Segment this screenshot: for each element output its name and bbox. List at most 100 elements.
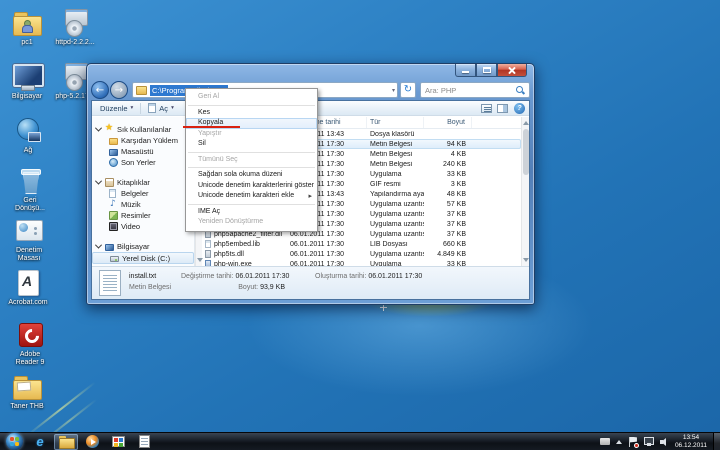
action-center-flag-icon[interactable] bbox=[629, 437, 638, 447]
desktop-icon-label: Taner THB bbox=[4, 403, 50, 411]
volume-icon[interactable] bbox=[660, 437, 670, 446]
column-header-type[interactable]: Tür bbox=[367, 117, 424, 128]
sidebar-header-computer[interactable]: Bilgisayar bbox=[92, 241, 194, 252]
taskbar-item-media-player[interactable] bbox=[80, 434, 104, 450]
file-size: 94 KB bbox=[424, 141, 472, 148]
table-row[interactable]: php5embed.lib06.01.2011 17:30LIB Dosyası… bbox=[202, 239, 521, 249]
sidebar-item-label: Son Yerler bbox=[121, 158, 156, 167]
menu-item-cut[interactable]: Kes bbox=[186, 108, 317, 119]
sidebar-item-disk-c[interactable]: Yerel Disk (C:) bbox=[92, 252, 194, 264]
system-tray: 13:54 06.12.2011 bbox=[600, 433, 720, 450]
help-icon[interactable]: ? bbox=[514, 103, 525, 114]
table-row[interactable]: php-win.exe06.01.2011 17:30Uygulama33 KB bbox=[202, 259, 521, 266]
search-text[interactable]: Ara: PHP bbox=[425, 86, 515, 95]
sidebar-item-desktop[interactable]: Masaüstü bbox=[92, 146, 194, 157]
sidebar-item-documents[interactable]: Belgeler bbox=[92, 188, 194, 199]
scroll-down-icon[interactable] bbox=[523, 258, 529, 262]
expander-icon[interactable] bbox=[95, 125, 102, 132]
refresh-button[interactable] bbox=[400, 82, 416, 98]
desktop-icon-pc1[interactable]: pc1 bbox=[7, 8, 47, 47]
sidebar-item-video[interactable]: Video bbox=[92, 221, 194, 232]
close-button[interactable] bbox=[497, 64, 527, 77]
music-icon bbox=[109, 200, 118, 209]
sidebar-item-music[interactable]: Müzik bbox=[92, 199, 194, 210]
menu-item-show-unicode[interactable]: Unicode denetim karakterlerini göster bbox=[186, 181, 317, 192]
language-keyboard-icon[interactable] bbox=[600, 438, 610, 445]
table-row[interactable]: php5ts.dll06.01.2011 17:30Uygulama uzant… bbox=[202, 249, 521, 259]
taskbar-clock[interactable]: 13:54 06.12.2011 bbox=[675, 434, 707, 449]
file-size: 240 KB bbox=[424, 161, 472, 168]
show-desktop-button[interactable] bbox=[713, 433, 720, 450]
desktop-icon-denetim-masasi[interactable]: Denetim Masası bbox=[6, 216, 52, 263]
file-size: 660 KB bbox=[424, 241, 472, 248]
scroll-up-icon[interactable] bbox=[523, 121, 529, 125]
video-icon bbox=[109, 222, 118, 231]
organize-button[interactable]: Düzenle bbox=[96, 102, 137, 115]
menu-item-delete[interactable]: Sil bbox=[186, 139, 317, 150]
maximize-button[interactable] bbox=[476, 64, 497, 77]
sidebar-header-libraries[interactable]: Kitaplıklar bbox=[92, 177, 194, 188]
taskbar-item-explorer[interactable] bbox=[54, 434, 78, 450]
taskbar-item-ie[interactable]: e bbox=[28, 434, 52, 450]
acrobat-icon bbox=[12, 268, 44, 298]
clock-date: 06.12.2011 bbox=[675, 442, 707, 450]
adobe-reader-icon bbox=[14, 320, 46, 350]
desktop-icon-ag[interactable]: Ağ bbox=[8, 116, 48, 155]
menu-item-reconversion[interactable]: Yeniden Dönüştürme bbox=[186, 217, 317, 228]
desktop-icon-httpd[interactable]: httpd-2.2.2... bbox=[53, 8, 97, 47]
back-button[interactable] bbox=[91, 81, 109, 99]
change-view-icon[interactable] bbox=[481, 104, 492, 113]
network-tray-icon[interactable] bbox=[644, 437, 654, 446]
lib-file-icon bbox=[205, 240, 211, 248]
scrollbar-thumb[interactable] bbox=[523, 129, 529, 175]
preview-pane-icon[interactable] bbox=[497, 104, 508, 113]
taskbar-item-paint[interactable] bbox=[106, 434, 130, 450]
desktop-icon-label: Ağ bbox=[8, 147, 48, 155]
start-button[interactable] bbox=[6, 433, 23, 450]
minimize-button[interactable] bbox=[455, 64, 476, 77]
details-size-value: 93,9 KB bbox=[260, 284, 285, 291]
details-size-label: Boyut: bbox=[238, 284, 258, 291]
sidebar-item-pictures[interactable]: Resimler bbox=[92, 210, 194, 221]
desktop-icon-bilgisayar[interactable]: Bilgisayar bbox=[4, 62, 50, 101]
file-type: Metin Belgesi bbox=[367, 141, 424, 148]
picture-icon bbox=[109, 211, 118, 220]
menu-item-select-all[interactable]: Tümünü Seç bbox=[186, 155, 317, 166]
column-header-size[interactable]: Boyut bbox=[424, 117, 472, 128]
expander-icon[interactable] bbox=[95, 242, 102, 249]
view-controls: ? bbox=[481, 103, 525, 114]
navigation-pane: Sık Kullanılanlar Karşıdan Yüklem Masaüs… bbox=[92, 117, 195, 266]
desktop-icon-adobe-reader[interactable]: Adobe Reader 9 bbox=[8, 320, 52, 367]
file-size: 33 KB bbox=[424, 171, 472, 178]
sidebar-item-downloads[interactable]: Karşıdan Yüklem bbox=[92, 135, 194, 146]
menu-item-insert-unicode[interactable]: Unicode denetim karakteri ekle bbox=[186, 191, 317, 202]
menu-item-paste[interactable]: Yapıştır bbox=[186, 129, 317, 140]
desktop-icon-taner[interactable]: Taner THB bbox=[4, 372, 50, 411]
search-box[interactable]: Ara: PHP bbox=[420, 82, 530, 98]
forward-button[interactable] bbox=[110, 81, 128, 99]
open-button[interactable]: Aç bbox=[144, 102, 178, 115]
taskbar-item-notepad[interactable] bbox=[132, 434, 156, 450]
desktop-icon-geri-donusum[interactable]: Geri Dönüşü... bbox=[8, 166, 52, 213]
sidebar-item-label: Müzik bbox=[121, 200, 141, 209]
sidebar-header-favorites[interactable]: Sık Kullanılanlar bbox=[92, 124, 194, 135]
file-size: 37 KB bbox=[424, 231, 472, 238]
menu-item-undo[interactable]: Geri Al bbox=[186, 92, 317, 103]
file-date: 06.01.2011 17:30 bbox=[287, 251, 367, 258]
file-date: 06.01.2011 17:30 bbox=[287, 241, 367, 248]
menu-item-rtl-reading[interactable]: Sağdan sola okuma düzeni bbox=[186, 170, 317, 181]
installer-package-icon bbox=[59, 8, 91, 38]
sidebar-item-label: Masaüstü bbox=[121, 147, 154, 156]
sidebar-item-recent[interactable]: Son Yerler bbox=[92, 157, 194, 168]
desktop-icon-label: Geri Dönüşü... bbox=[8, 197, 52, 213]
show-hidden-icons-arrow[interactable] bbox=[616, 440, 622, 444]
file-size: 37 KB bbox=[424, 211, 472, 218]
monitor-icon bbox=[109, 149, 118, 156]
chevron-down-icon[interactable] bbox=[392, 87, 395, 94]
sidebar-header-label: Kitaplıklar bbox=[117, 178, 150, 187]
desktop-icon-acrobat[interactable]: Acrobat.com bbox=[2, 268, 54, 307]
menu-item-ime[interactable]: IME Aç bbox=[186, 207, 317, 218]
file-type: Metin Belgesi bbox=[367, 161, 424, 168]
file-list-scrollbar[interactable] bbox=[521, 117, 529, 266]
expander-icon[interactable] bbox=[95, 178, 102, 185]
